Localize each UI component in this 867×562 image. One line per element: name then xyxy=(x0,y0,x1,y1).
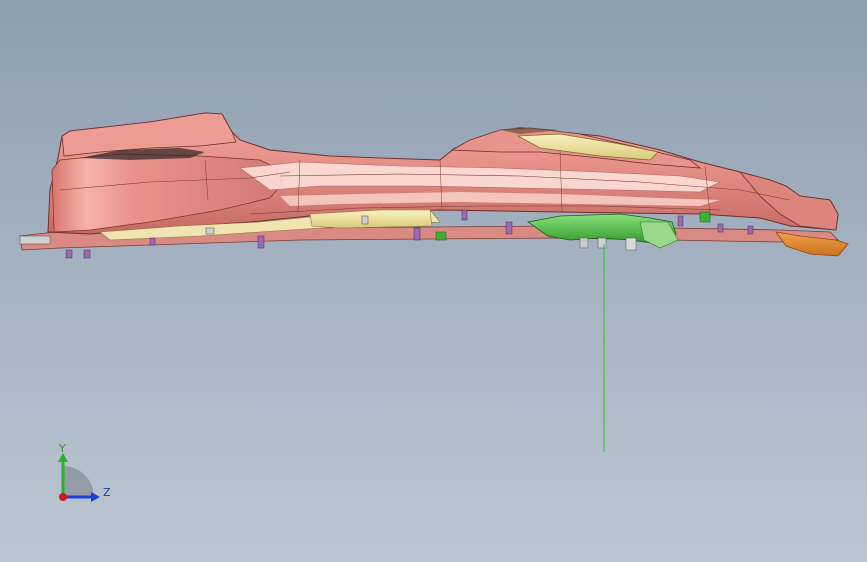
z-arrow-icon xyxy=(91,492,100,502)
cad-viewport[interactable]: Y Z xyxy=(0,0,867,562)
model-scene[interactable] xyxy=(0,0,867,562)
origin-icon xyxy=(59,493,67,501)
view-triad[interactable]: Y Z xyxy=(48,440,118,510)
y-axis-label: Y xyxy=(58,442,66,455)
z-axis-label: Z xyxy=(103,486,111,499)
triad-plane-icon xyxy=(63,466,94,497)
